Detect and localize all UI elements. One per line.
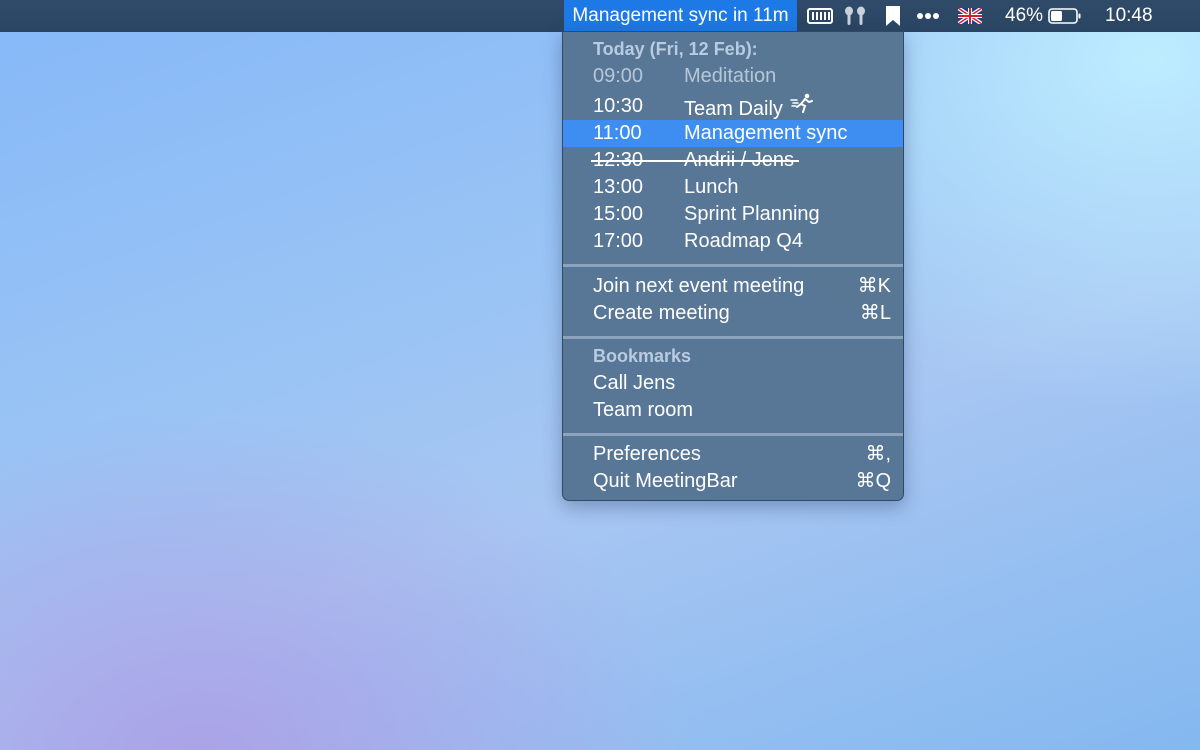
running-person-icon (790, 93, 814, 113)
battery-icon[interactable] (1048, 0, 1082, 32)
event-time: 13:00 (593, 176, 644, 198)
bookmark-team-room[interactable]: Team room (563, 397, 903, 424)
clock[interactable]: 10:48 (1105, 0, 1153, 32)
event-row-roadmap-q4[interactable]: 17:00 Roadmap Q4 (563, 228, 903, 255)
meetingbar-status-item[interactable]: Management sync in 11m (564, 0, 797, 32)
event-row-meditation[interactable]: 09:00 Meditation (563, 63, 903, 90)
join-next-event-item[interactable]: Join next event meeting ⌘K (563, 273, 903, 300)
shortcut-label: ⌘, (865, 443, 891, 465)
bookmark-icon[interactable] (882, 0, 904, 32)
declined-strikethrough (591, 160, 799, 162)
bookmarks-header: Bookmarks (593, 346, 692, 366)
meetingbar-menu: Today (Fri, 12 Feb): 09:00 Meditation 10… (562, 31, 904, 501)
airpods-icon[interactable] (843, 0, 867, 32)
event-time: 11:00 (593, 122, 642, 144)
event-time: 09:00 (593, 65, 644, 87)
menu-bar: Management sync in 11m 46% 10:48 (0, 0, 1200, 32)
event-row-management-sync[interactable]: 11:00 Management sync (563, 120, 903, 147)
event-title: Roadmap Q4 (684, 230, 803, 252)
battery-percent: 46% (1005, 5, 1044, 26)
shortcut-label: ⌘Q (855, 470, 891, 492)
bookmark-call-jens[interactable]: Call Jens (563, 370, 903, 397)
event-title: Meditation (684, 65, 777, 87)
event-row-sprint-planning[interactable]: 15:00 Sprint Planning (563, 201, 903, 228)
event-title: Team Daily (684, 93, 814, 123)
event-time: 15:00 (593, 203, 644, 225)
quit-item[interactable]: Quit MeetingBar ⌘Q (563, 468, 903, 495)
shortcut-label: ⌘K (857, 275, 891, 297)
event-row-andrii-jens[interactable]: 12:30 Andrii / Jens (563, 147, 903, 174)
event-title: Lunch (684, 176, 739, 198)
preferences-item[interactable]: Preferences ⌘, (563, 441, 903, 468)
menu-separator (563, 433, 903, 436)
create-meeting-item[interactable]: Create meeting ⌘L (563, 300, 903, 327)
event-time: 17:00 (593, 230, 644, 252)
next-meeting-label: Management sync in 11m (572, 5, 789, 26)
event-title: Sprint Planning (684, 203, 820, 225)
menu-separator (563, 336, 903, 339)
menu-separator (563, 264, 903, 267)
uk-flag-icon[interactable] (957, 0, 983, 32)
event-time: 10:30 (593, 95, 644, 117)
today-header: Today (Fri, 12 Feb): (593, 39, 758, 59)
battery-strip-icon[interactable] (806, 0, 834, 32)
event-row-lunch[interactable]: 13:00 Lunch (563, 174, 903, 201)
event-title: Management sync (684, 122, 848, 144)
shortcut-label: ⌘L (859, 302, 891, 324)
more-dots-icon[interactable] (915, 0, 941, 32)
event-row-team-daily[interactable]: 10:30 Team Daily (563, 93, 903, 120)
